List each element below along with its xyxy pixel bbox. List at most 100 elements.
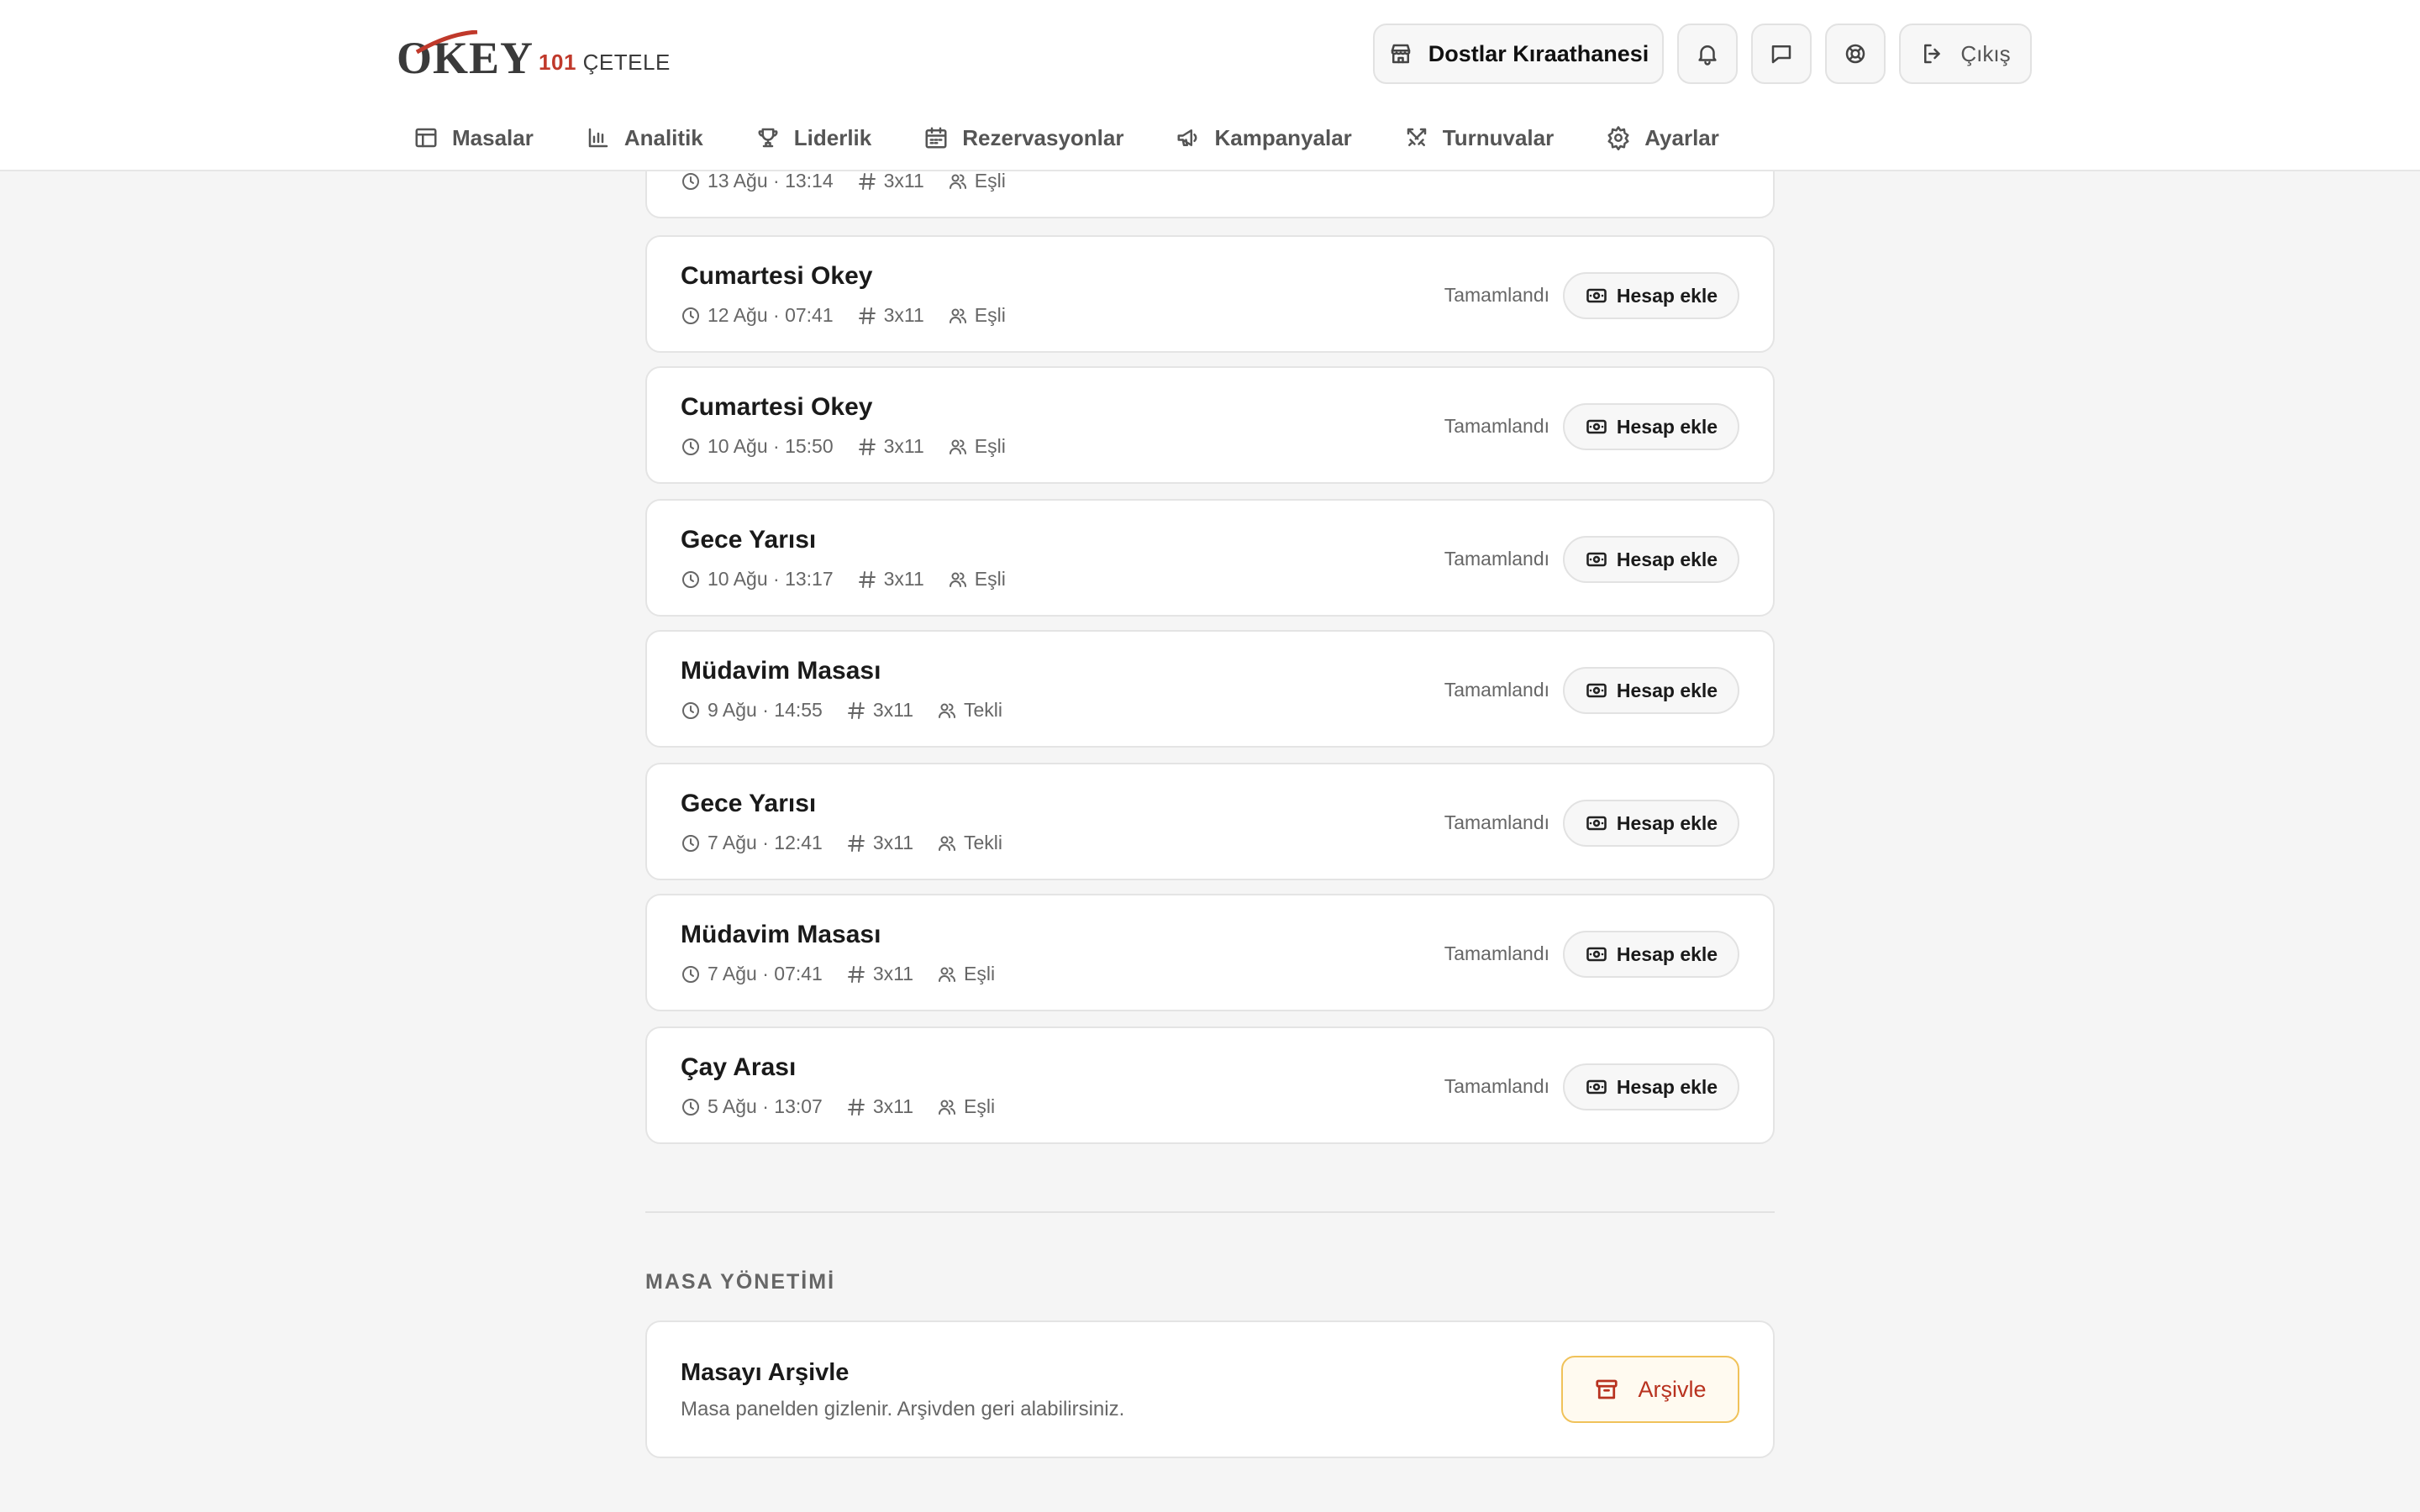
game-card[interactable]: Cumartesi Okey 10 Ağu · 15:50 3x11 Eşli … [645, 366, 1775, 484]
notifications-button[interactable] [1677, 24, 1738, 84]
archive-button-label: Arşivle [1638, 1376, 1707, 1402]
game-status: Tamamlandı [1444, 415, 1549, 437]
game-card[interactable]: Cumartesi Okey 12 Ağu · 07:41 3x11 Eşli … [645, 235, 1775, 353]
add-bill-button[interactable]: Hesap ekle [1563, 403, 1739, 450]
game-meta: 10 Ağu · 13:17 3x11 Eşli [681, 568, 1029, 591]
store-icon [1391, 44, 1410, 64]
game-format: 3x11 [857, 170, 924, 192]
swords-icon [1407, 128, 1427, 146]
game-meta: 7 Ağu · 12:41 3x11 Tekli [681, 832, 1026, 854]
table-icon [415, 128, 437, 148]
nav-item-rezervasyonlar[interactable]: Rezervasyonlar [923, 125, 1123, 151]
game-status: Tamamlandı [1444, 1075, 1549, 1097]
game-format: 3x11 [846, 963, 913, 985]
money-icon [1586, 288, 1607, 303]
trophy-icon [758, 128, 778, 148]
add-bill-button[interactable]: Hesap ekle [1563, 931, 1739, 978]
users-icon [939, 703, 956, 718]
game-card[interactable]: Gece Yarısı 10 Ağu · 13:17 3x11 Eşli Tam… [645, 499, 1775, 617]
clock-icon [682, 701, 699, 719]
nav-label: Liderlik [793, 124, 872, 150]
game-datetime: 7 Ağu · 07:41 [681, 963, 823, 985]
main-nav: Masalar Analitik Liderlik Rezervasyonlar… [413, 121, 1771, 155]
add-bill-button[interactable]: Hesap ekle [1563, 272, 1739, 319]
game-format: 3x11 [857, 568, 924, 591]
users-icon [939, 1100, 956, 1115]
management-section-title: MASA YÖNETİMİ [645, 1270, 836, 1294]
nav-label: Rezervasyonlar [962, 124, 1124, 150]
add-bill-button[interactable]: Hesap ekle [1563, 800, 1739, 847]
game-card[interactable]: Gece Yarısı 7 Ağu · 12:41 3x11 Tekli Tam… [645, 763, 1775, 880]
add-bill-button[interactable]: Hesap ekle [1563, 1063, 1739, 1110]
game-format: 3x11 [846, 699, 913, 722]
game-mode: Tekli [937, 699, 1002, 722]
game-status: Tamamlandı [1444, 811, 1549, 833]
money-icon [1586, 1079, 1607, 1095]
nav-item-kampanyalar[interactable]: Kampanyalar [1176, 125, 1352, 151]
add-bill-button[interactable]: Hesap ekle [1563, 667, 1739, 714]
money-icon [1586, 947, 1607, 962]
users-icon [939, 836, 956, 851]
calendar-icon [925, 127, 947, 149]
messages-button[interactable] [1751, 24, 1812, 84]
add-bill-button[interactable]: Hesap ekle [1563, 536, 1739, 583]
game-card[interactable]: Çay Arası 5 Ağu · 13:07 3x11 Eşli Tamaml… [645, 1026, 1775, 1144]
clock-icon [682, 307, 699, 324]
game-title: Müdavim Masası [681, 657, 881, 685]
users-icon [949, 572, 966, 587]
game-datetime: 12 Ağu · 07:41 [681, 304, 834, 327]
game-meta: 9 Ağu · 14:55 3x11 Tekli [681, 699, 1026, 722]
game-datetime: 5 Ağu · 13:07 [681, 1095, 823, 1118]
game-format: 3x11 [846, 832, 913, 854]
nav-item-masalar[interactable]: Masalar [413, 125, 534, 151]
archive-description: Masa panelden gizlenir. Arşivden geri al… [681, 1398, 1125, 1420]
archive-button[interactable]: Arşivle [1561, 1356, 1739, 1423]
game-meta: 7 Ağu · 07:41 3x11 Eşli [681, 963, 1018, 985]
top-header: OKEY 101 ÇETELE Dostlar Kıraathanesi Çık… [0, 0, 2420, 171]
logo-subtitle: 101 ÇETELE [539, 50, 671, 75]
app-logo[interactable]: OKEY 101 ÇETELE [397, 30, 671, 81]
game-title: Çay Arası [681, 1053, 797, 1081]
support-button[interactable] [1825, 24, 1886, 84]
game-title: Cumartesi Okey [681, 262, 873, 290]
logout-label: Çıkış [1960, 40, 2011, 66]
archive-card: Masayı Arşivle Masa panelden gizlenir. A… [645, 1320, 1775, 1458]
nav-item-liderlik[interactable]: Liderlik [755, 125, 871, 151]
game-status: Tamamlandı [1444, 284, 1549, 306]
nav-item-turnuvalar[interactable]: Turnuvalar [1404, 125, 1554, 151]
nav-item-analitik[interactable]: Analitik [586, 125, 703, 151]
gear-icon [1607, 126, 1629, 150]
nav-label: Masalar [452, 124, 534, 150]
game-card[interactable]: Müdavim Masası 9 Ağu · 14:55 3x11 Tekli … [645, 630, 1775, 748]
hash-icon [847, 834, 865, 852]
game-meta: 13 Ağu · 13:14 3x11 Eşli [681, 170, 1029, 192]
game-mode: Tekli [937, 832, 1002, 854]
clock-icon [682, 172, 699, 190]
game-title: Gece Yarısı [681, 790, 817, 817]
hash-icon [847, 701, 865, 719]
game-format: 3x11 [857, 435, 924, 458]
game-mode: Eşli [937, 963, 995, 985]
venue-selector-button[interactable]: Dostlar Kıraathanesi [1373, 24, 1664, 84]
nav-item-ayarlar[interactable]: Ayarlar [1606, 125, 1719, 151]
clock-icon [682, 834, 699, 852]
game-datetime: 13 Ağu · 13:14 [681, 170, 834, 192]
game-mode: Eşli [948, 304, 1006, 327]
bell-icon [1698, 45, 1717, 66]
game-mode: Eşli [937, 1095, 995, 1118]
logout-button[interactable]: Çıkış [1899, 24, 2032, 84]
game-card[interactable]: Müdavim Masası 7 Ağu · 07:41 3x11 Eşli T… [645, 894, 1775, 1011]
venue-name: Dostlar Kıraathanesi [1428, 40, 1649, 66]
archive-title: Masayı Arşivle [681, 1359, 850, 1386]
logo-wordmark: OKEY [397, 30, 534, 81]
game-format: 3x11 [857, 304, 924, 327]
hash-icon [858, 172, 876, 190]
users-icon [949, 308, 966, 323]
users-icon [949, 439, 966, 454]
nav-label: Ayarlar [1644, 124, 1719, 150]
section-divider [645, 1211, 1775, 1213]
hash-icon [858, 570, 876, 588]
game-datetime: 9 Ağu · 14:55 [681, 699, 823, 722]
game-meta: 5 Ağu · 13:07 3x11 Eşli [681, 1095, 1018, 1118]
support-icon [1845, 44, 1865, 64]
